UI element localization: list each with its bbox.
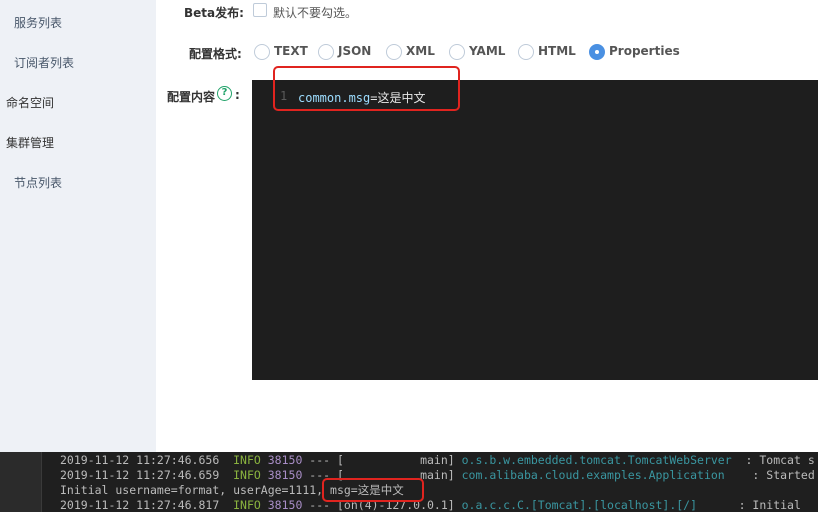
log-line: 2019-11-12 11:27:46.656 INFO 38150 --- [… [60,453,815,468]
sidebar-item-node-list[interactable]: 节点列表 [14,174,62,191]
radio-circle-icon[interactable] [589,44,605,60]
log-separator: --- [ [302,498,344,512]
log-thread: main] [343,453,455,467]
log-timestamp: 2019-11-12 11:27:46.659 [60,468,220,482]
log-timestamp: 2019-11-12 11:27:46.817 [60,498,220,512]
code-key: common.msg [298,91,371,105]
content-label-colon: : [235,88,240,102]
sidebar-item-subscriber-list[interactable]: 订阅者列表 [14,54,74,71]
sidebar: 服务列表 订阅者列表 命名空间 集群管理 节点列表 [0,0,156,452]
log-thread: main] [343,468,455,482]
log-pid: 38150 [267,498,303,512]
radio-circle-icon[interactable] [386,44,402,60]
radio-circle-icon[interactable] [318,44,334,60]
radio-label: TEXT [274,44,308,58]
console-gutter [0,452,42,512]
log-timestamp: 2019-11-12 11:27:46.656 [60,453,220,467]
code-line[interactable]: common.msg=这是中文 [298,89,425,106]
log-msg-highlight: msg=这是中文 [330,483,404,497]
log-level: INFO [233,498,261,512]
log-message: : Started [724,468,815,482]
log-separator: --- [ [302,468,344,482]
beta-label: Beta发布: [184,6,244,20]
radio-circle-icon[interactable] [449,44,465,60]
log-line: 2019-11-12 11:27:46.659 INFO 38150 --- [… [60,468,815,483]
config-content-editor[interactable]: 1 common.msg=这是中文 [252,80,818,380]
question-circle-icon[interactable]: ? [217,86,232,101]
console-output: 2019-11-12 11:27:46.656 INFO 38150 --- [… [0,452,818,512]
content-label: 配置内容 [167,90,216,104]
line-number: 1 [280,89,288,103]
radio-label: JSON [338,44,372,58]
log-plain-text: Initial username=format, userAge=1111, [60,483,331,497]
sidebar-item-namespace[interactable]: 命名空间 [6,94,54,111]
format-label: 配置格式: [189,47,242,61]
radio-circle-icon[interactable] [518,44,534,60]
log-logger: com.alibaba.cloud.examples.Application [454,468,725,482]
log-message: : Tomcat s [731,453,815,467]
beta-checkbox-text: 默认不要勾选。 [273,6,358,20]
log-logger: o.s.b.w.embedded.tomcat.TomcatWebServer [454,453,732,467]
code-value: =这是中文 [370,91,426,105]
log-thread: on(4)-127.0.0.1] [343,498,455,512]
sidebar-item-cluster-management[interactable]: 集群管理 [6,134,54,151]
sidebar-item-service-list[interactable]: 服务列表 [14,14,62,31]
log-message: : Initial [697,498,801,512]
radio-label: HTML [538,44,576,58]
radio-label: Properties [609,44,680,58]
radio-circle-icon[interactable] [254,44,270,60]
log-line: 2019-11-12 11:27:46.817 INFO 38150 --- [… [60,498,801,512]
radio-label: XML [406,44,435,58]
log-level: INFO [233,468,261,482]
log-logger: o.a.c.c.C.[Tomcat].[localhost].[/] [454,498,698,512]
beta-checkbox[interactable] [253,3,267,17]
log-pid: 38150 [267,468,303,482]
log-line: Initial username=format, userAge=1111, m… [60,483,404,498]
log-level: INFO [233,453,261,467]
log-pid: 38150 [267,453,303,467]
log-separator: --- [ [302,453,344,467]
radio-label: YAML [469,44,506,58]
